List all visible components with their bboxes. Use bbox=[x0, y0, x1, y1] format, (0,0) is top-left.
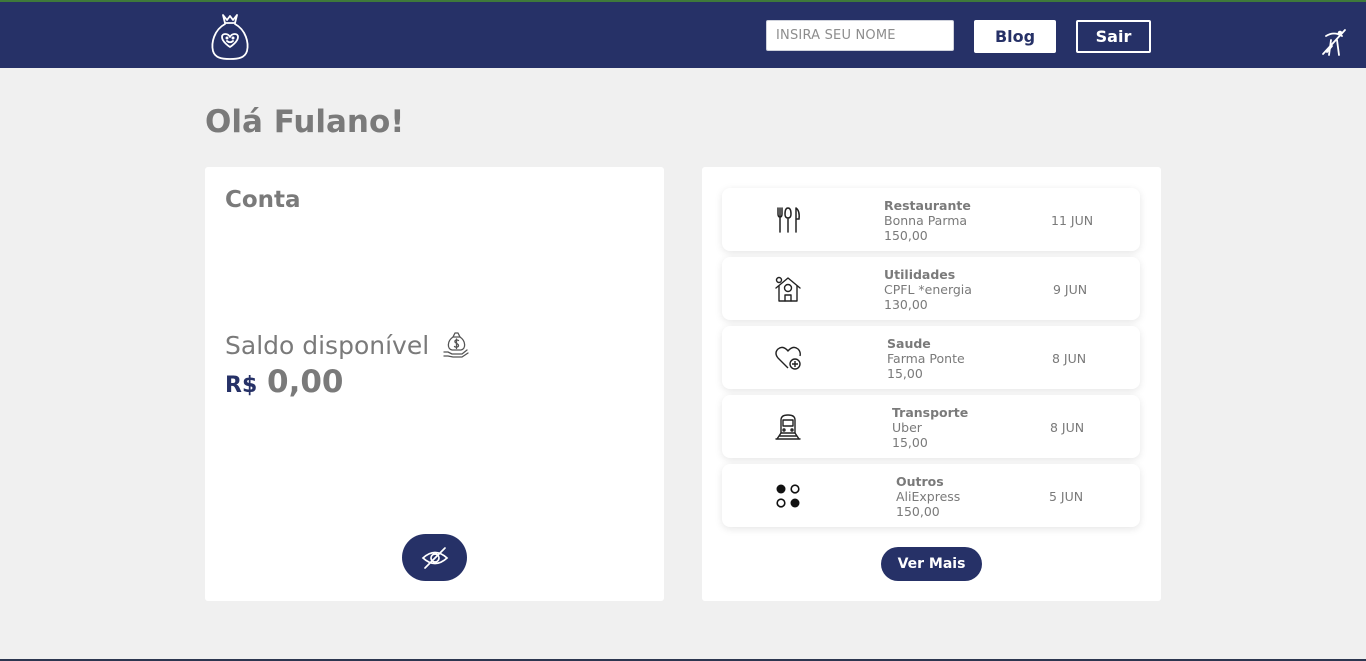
transaction-category: Saude bbox=[887, 336, 931, 351]
transaction-merchant: Uber bbox=[892, 420, 922, 435]
transaction-value: 15,00 bbox=[892, 435, 928, 450]
see-more-button[interactable]: Ver Mais bbox=[881, 547, 982, 581]
transaction-date: 9 JUN bbox=[1053, 282, 1088, 297]
transaction-value: 15,00 bbox=[887, 366, 923, 381]
transaction-merchant: CPFL *energia bbox=[884, 282, 972, 297]
transaction-category: Transporte bbox=[892, 405, 969, 420]
heart-plus-icon bbox=[775, 346, 801, 370]
transaction-value: 130,00 bbox=[884, 297, 928, 312]
transaction-category: Outros bbox=[896, 474, 944, 489]
transaction-details: Outros AliExpress 150,00 bbox=[896, 474, 960, 519]
money-bag-heart-icon[interactable] bbox=[208, 11, 252, 61]
dots-icon bbox=[776, 484, 800, 508]
fork-knife-icon bbox=[777, 207, 800, 233]
transaction-category: Restaurante bbox=[884, 198, 971, 213]
blog-button[interactable]: Blog bbox=[974, 20, 1056, 53]
balance-value: 0,00 bbox=[267, 364, 344, 400]
eye-off-icon bbox=[421, 546, 448, 569]
account-card: Conta Saldo disponível R$ 0,00 bbox=[205, 167, 664, 601]
transaction-item[interactable]: Transporte Uber 15,00 8 JUN bbox=[722, 395, 1140, 458]
transaction-details: Saude Farma Ponte 15,00 bbox=[887, 336, 965, 381]
transaction-merchant: Farma Ponte bbox=[887, 351, 965, 366]
currency-symbol: R$ bbox=[225, 373, 258, 398]
train-icon bbox=[775, 414, 801, 440]
transaction-date: 5 JUN bbox=[1049, 489, 1084, 504]
house-money-icon bbox=[775, 276, 801, 302]
toggle-balance-visibility-button[interactable] bbox=[402, 534, 467, 581]
transaction-item[interactable]: Saude Farma Ponte 15,00 8 JUN bbox=[722, 326, 1140, 389]
transaction-details: Transporte Uber 15,00 bbox=[892, 405, 968, 450]
transaction-value: 150,00 bbox=[884, 228, 928, 243]
transactions-card: Restaurante Bonna Parma 150,00 11 JUN Ut… bbox=[702, 167, 1161, 601]
transaction-merchant: AliExpress bbox=[896, 489, 961, 504]
transaction-date: 8 JUN bbox=[1050, 420, 1085, 435]
transaction-item[interactable]: Restaurante Bonna Parma 150,00 11 JUN bbox=[722, 188, 1140, 251]
top-navbar: Blog Sair bbox=[0, 2, 1366, 68]
transaction-date: 8 JUN bbox=[1052, 351, 1087, 366]
transaction-merchant: Bonna Parma bbox=[884, 213, 968, 228]
accessibility-toggle-icon[interactable] bbox=[1318, 26, 1350, 58]
transaction-value: 150,00 bbox=[896, 504, 940, 519]
transaction-category: Utilidades bbox=[884, 267, 956, 282]
logout-button[interactable]: Sair bbox=[1076, 20, 1151, 53]
transaction-date: 11 JUN bbox=[1051, 213, 1094, 228]
greeting-title: Olá Fulano! bbox=[205, 104, 405, 140]
name-input[interactable] bbox=[766, 20, 954, 51]
money-hand-icon bbox=[443, 332, 469, 358]
transaction-item[interactable]: Outros AliExpress 150,00 5 JUN bbox=[722, 464, 1140, 527]
transaction-item[interactable]: Utilidades CPFL *energia 130,00 9 JUN bbox=[722, 257, 1140, 320]
balance-label: Saldo disponível bbox=[225, 331, 430, 360]
account-title: Conta bbox=[225, 187, 301, 213]
transaction-details: Utilidades CPFL *energia 130,00 bbox=[884, 267, 972, 312]
transaction-details: Restaurante Bonna Parma 150,00 bbox=[884, 198, 971, 243]
